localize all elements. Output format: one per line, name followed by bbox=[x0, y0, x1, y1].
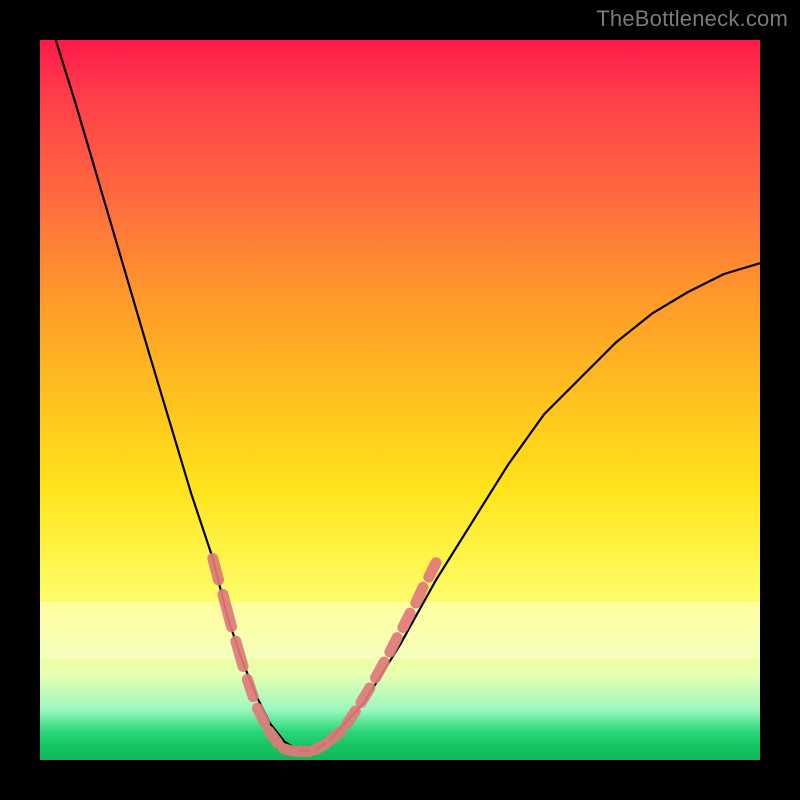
curve-marker bbox=[283, 748, 293, 751]
curve-marker bbox=[315, 744, 325, 750]
marker-group bbox=[213, 558, 436, 751]
curve-marker bbox=[429, 563, 436, 577]
curve-marker bbox=[223, 594, 232, 626]
watermark-text: TheBottleneck.com bbox=[596, 6, 788, 32]
chart-frame: TheBottleneck.com bbox=[0, 0, 800, 800]
curve-marker bbox=[236, 641, 243, 666]
curve-marker bbox=[269, 731, 278, 743]
curve-marker bbox=[361, 688, 370, 702]
curve-marker bbox=[390, 638, 397, 652]
curve-marker bbox=[331, 731, 341, 740]
chart-overlay bbox=[40, 40, 760, 760]
curve-marker bbox=[257, 708, 264, 722]
curve-marker bbox=[403, 613, 410, 627]
curve-marker bbox=[416, 587, 423, 603]
curve-marker bbox=[213, 558, 219, 580]
curve-marker bbox=[347, 711, 356, 724]
curve-marker bbox=[247, 679, 253, 696]
curve-marker bbox=[376, 662, 385, 678]
